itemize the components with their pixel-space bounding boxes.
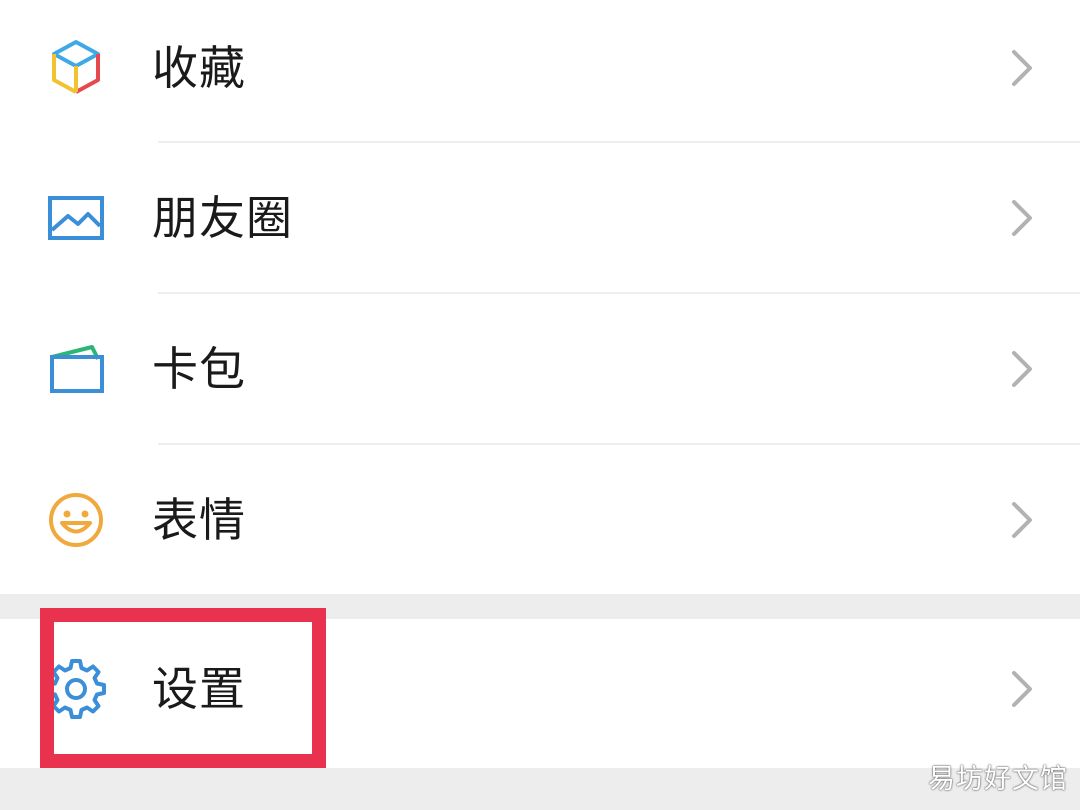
card-wallet-icon [44,337,108,401]
chevron-right-icon [1006,665,1038,713]
menu-group-settings: 设置 [0,619,1080,768]
menu-item-stickers[interactable]: 表情 [0,452,1080,600]
menu-item-favorites[interactable]: 收藏 [0,0,1080,148]
menu-item-label: 收藏 [152,41,246,95]
menu-item-card-wallet[interactable]: 卡包 [0,301,1080,449]
menu-group-main: 收藏 朋友圈 卡包 表情 [0,0,1080,594]
divider [158,141,1080,143]
favorites-cube-icon [44,36,108,100]
menu-item-settings[interactable]: 设置 [0,621,1080,769]
watermark: 易坊好文馆 [928,764,1068,795]
wechat-me-menu-screen: 收藏 朋友圈 卡包 表情 设置 易坊好文馆 [0,0,1080,810]
menu-item-label: 表情 [152,493,246,547]
menu-item-moments[interactable]: 朋友圈 [0,150,1080,298]
gear-icon [44,657,108,721]
chevron-right-icon [1006,345,1038,393]
divider [158,443,1080,445]
chevron-right-icon [1006,496,1038,544]
chevron-right-icon [1006,194,1038,242]
menu-item-label: 卡包 [152,342,246,396]
moments-picture-icon [44,186,108,250]
smiley-face-icon [44,488,108,552]
menu-item-label: 朋友圈 [152,191,293,245]
menu-item-label: 设置 [152,662,246,716]
divider [158,292,1080,294]
chevron-right-icon [1006,44,1038,92]
